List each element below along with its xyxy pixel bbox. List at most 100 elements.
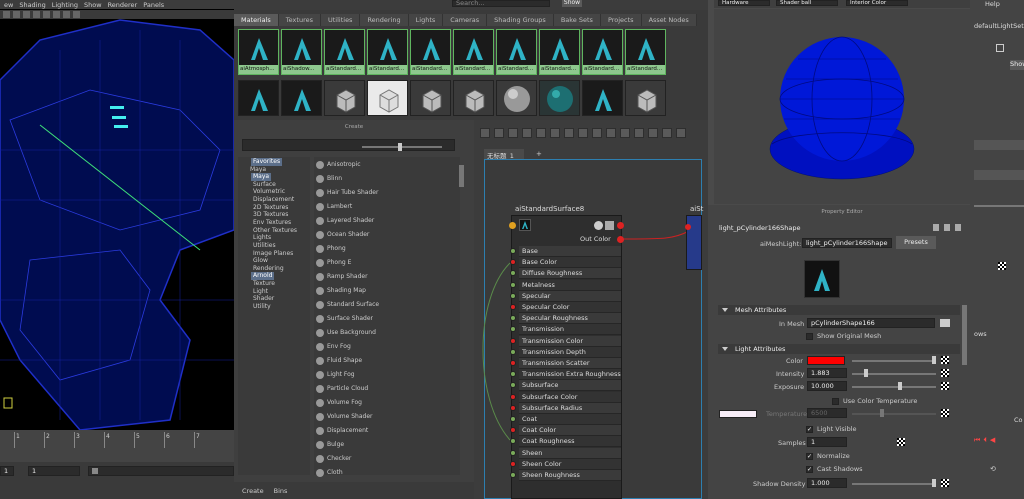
node-mode-icon[interactable]	[594, 221, 603, 230]
slider-knob[interactable]	[398, 143, 402, 151]
attribute-input-port[interactable]	[510, 393, 516, 400]
node-attribute-row[interactable]: Transmission Scatter	[519, 358, 621, 369]
node-input-port[interactable]	[509, 222, 516, 229]
tab-bake-sets[interactable]: Bake Sets	[553, 14, 601, 26]
slider-knob[interactable]	[932, 479, 936, 487]
attribute-input-port[interactable]	[510, 360, 516, 366]
color-swatch[interactable]	[807, 356, 845, 365]
node-attribute-row[interactable]: Transmission Extra Roughness	[519, 369, 621, 381]
menu-show[interactable]: Show	[84, 1, 102, 9]
attribute-input-port[interactable]	[510, 449, 516, 456]
loop-icon[interactable]: ⟲	[990, 465, 1000, 473]
node-list-item[interactable]: Volume Shader	[316, 410, 458, 423]
node-list-item[interactable]: Phong E	[316, 256, 458, 269]
node-attribute-row[interactable]: Metalness	[519, 279, 621, 291]
node-list-item[interactable]: Shading Map	[316, 284, 458, 297]
graph-tool-icon[interactable]	[592, 128, 602, 138]
node-attribute-row[interactable]: Specular Roughness	[519, 313, 621, 325]
tab-shading-groups[interactable]: Shading Groups	[487, 14, 554, 26]
frame-start-field[interactable]: 1	[0, 466, 14, 476]
tree-item[interactable]: Env Textures	[253, 219, 291, 227]
toolbar-icon[interactable]	[23, 11, 30, 18]
node-list-item[interactable]: Volume Fog	[316, 396, 458, 409]
window-icon[interactable]	[996, 44, 1004, 52]
attribute-input-port[interactable]	[510, 337, 516, 344]
tab-textures[interactable]: Textures	[278, 14, 321, 26]
node-list-item[interactable]: Hair Tube Shader	[316, 186, 458, 199]
node-attribute-row[interactable]: Coat	[519, 414, 621, 425]
material-swatch[interactable]: aiStandard...	[582, 29, 623, 75]
tree-item[interactable]: Maya	[251, 173, 272, 181]
node-layout-icon[interactable]	[605, 221, 614, 230]
graph-tool-icon[interactable]	[634, 128, 644, 138]
intensity-field[interactable]: 1.883	[807, 368, 847, 378]
property-scrollbar[interactable]	[962, 305, 967, 365]
menu-shading[interactable]: Shading	[19, 1, 45, 9]
skip-back-icon[interactable]: ⏮	[974, 436, 980, 446]
connection-icon[interactable]	[940, 319, 950, 327]
section-light-attributes[interactable]: Light Attributes	[718, 344, 960, 354]
material-swatch[interactable]: aiStandard...	[367, 29, 408, 75]
create-search-input[interactable]	[242, 139, 455, 151]
toolbar-icon[interactable]	[43, 11, 50, 18]
presets-button[interactable]: Presets	[896, 236, 936, 249]
node-attribute-row[interactable]: Subsurface	[519, 380, 621, 392]
focus-icon[interactable]	[944, 224, 950, 231]
texture-map-icon[interactable]	[941, 479, 949, 487]
slider-knob[interactable]	[932, 356, 936, 364]
node-output-port[interactable]	[617, 222, 624, 229]
show-original-mesh-checkbox[interactable]	[806, 333, 813, 340]
graph-tab[interactable]: 无标题_1	[484, 149, 524, 160]
node-attribute-row[interactable]: Sheen	[519, 447, 621, 459]
node-list-item[interactable]: Bulge	[316, 438, 458, 451]
tab-asset-nodes[interactable]: Asset Nodes	[641, 14, 697, 26]
node-list-item[interactable]: Ramp Shader	[316, 270, 458, 283]
graph-tool-icon[interactable]	[662, 128, 672, 138]
material-swatch[interactable]	[281, 80, 322, 116]
graph-tool-icon[interactable]	[620, 128, 630, 138]
node-attribute-row[interactable]: Sheen Color	[519, 458, 621, 470]
tree-item[interactable]: Shader	[253, 295, 274, 303]
out-color-port[interactable]	[617, 236, 624, 243]
node-list-item[interactable]: Anisotropic	[316, 158, 458, 171]
node-list-item[interactable]: Standard Surface	[316, 298, 458, 311]
range-slider[interactable]	[88, 466, 234, 476]
swatch-size-slider[interactable]	[362, 146, 442, 148]
tab-cameras[interactable]: Cameras	[443, 14, 488, 26]
attribute-input-port[interactable]	[510, 348, 516, 355]
collapse-arrow-icon[interactable]	[722, 347, 728, 351]
node-list-item[interactable]: Lambert	[316, 200, 458, 213]
node-attribute-row[interactable]: Coat Color	[519, 425, 621, 437]
slider-knob[interactable]	[898, 382, 902, 390]
attribute-input-port[interactable]	[510, 472, 516, 478]
graph-tool-icon[interactable]	[550, 128, 560, 138]
material-swatch[interactable]: aiStandard...	[496, 29, 537, 75]
menu-view[interactable]: ew	[4, 1, 13, 9]
toolbar-icon[interactable]	[33, 11, 40, 18]
color-slider[interactable]	[852, 360, 936, 362]
node-name-tab[interactable]: light_pCylinder166Shape	[719, 224, 804, 234]
in-mesh-field[interactable]: pCylinderShape166	[807, 318, 935, 328]
play-back-icon[interactable]: ◀	[990, 436, 995, 446]
graph-tool-icon[interactable]	[480, 128, 490, 138]
tree-item[interactable]: Volumetric	[253, 188, 285, 196]
node-list-item[interactable]: Blinn	[316, 172, 458, 185]
tab-utilities[interactable]: Utilities	[320, 14, 361, 26]
graph-tool-icon[interactable]	[494, 128, 504, 138]
attribute-input-port[interactable]	[510, 304, 516, 310]
tree-item[interactable]: Arnold	[251, 272, 275, 280]
menu-panels[interactable]: Panels	[143, 1, 164, 9]
section-mesh-attributes[interactable]: Mesh Attributes	[718, 305, 960, 315]
toolbar-icon[interactable]	[73, 11, 80, 18]
node-list-item[interactable]: Surface Shader	[316, 312, 458, 325]
tab-rendering[interactable]: Rendering	[360, 14, 409, 26]
node-attribute-row[interactable]: Subsurface Color	[519, 391, 621, 403]
material-swatch[interactable]: aiAtmosph...	[238, 29, 279, 75]
tree-item[interactable]: Utilities	[253, 242, 276, 250]
cast-shadows-checkbox[interactable]: ✓	[806, 466, 813, 473]
normalize-checkbox[interactable]: ✓	[806, 453, 813, 460]
scene-viewport[interactable]	[0, 0, 234, 499]
tab-projects[interactable]: Projects	[600, 14, 642, 26]
texture-map-icon[interactable]	[941, 356, 949, 364]
node-list-item[interactable]: Light Fog	[316, 368, 458, 381]
